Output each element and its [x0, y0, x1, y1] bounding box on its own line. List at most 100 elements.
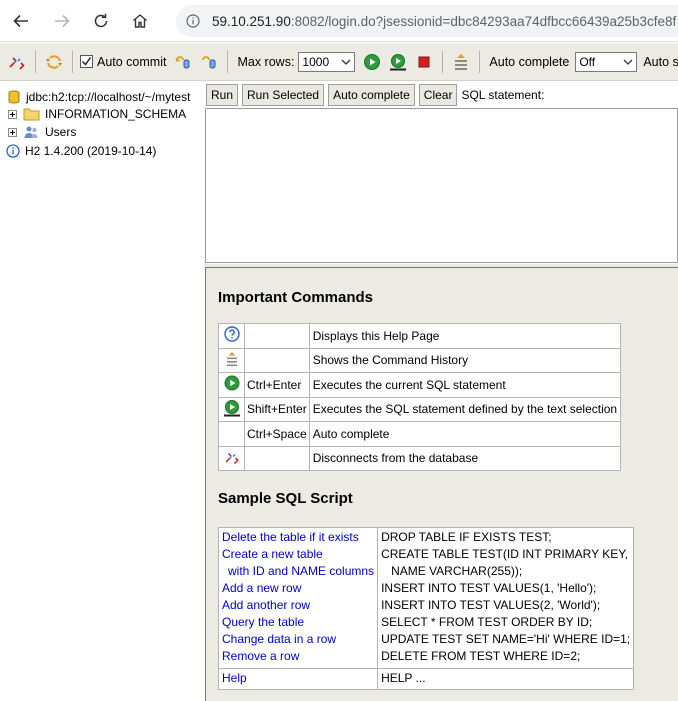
address-bar[interactable]: 59.10.251.90:8082/login.do?jsessionid=db…	[176, 5, 678, 37]
info-icon[interactable]	[186, 14, 200, 28]
sample-sql-line: SELECT * FROM TEST ORDER BY ID;	[381, 615, 593, 629]
url-host: 59.10.251.90	[212, 13, 291, 29]
sample-link-create-columns[interactable]: with ID and NAME columns	[222, 564, 374, 581]
rollback-icon[interactable]	[200, 53, 218, 71]
tree-version: H2 1.4.200 (2019-10-14)	[6, 142, 156, 160]
home-button[interactable]	[127, 8, 153, 34]
chevron-down-icon	[341, 59, 351, 65]
reload-button[interactable]	[88, 8, 114, 34]
help-command: HELP ...	[377, 668, 635, 690]
sample-sql-line: NAME VARCHAR(255));	[391, 564, 523, 578]
max-rows-select[interactable]: 1000	[298, 51, 356, 72]
table-row: Delete the table if it exists Create a n…	[217, 527, 635, 669]
command-icon-cell	[218, 347, 245, 373]
sample-link-select[interactable]: Query the table	[222, 615, 374, 632]
home-icon	[133, 14, 147, 28]
run-button[interactable]: Run	[206, 84, 239, 106]
sample-link-drop[interactable]: Delete the table if it exists	[222, 530, 374, 547]
folder-icon	[23, 108, 40, 121]
clear-button[interactable]: Clear	[418, 84, 458, 106]
auto-complete-label: Auto complete	[489, 54, 570, 69]
tree-connection[interactable]: jdbc:h2:tcp://localhost/~/mytest	[8, 88, 190, 106]
sample-link-update[interactable]: Change data in a row	[222, 632, 374, 649]
commands-heading: Important Commands	[218, 289, 374, 306]
run-selected-icon[interactable]	[223, 399, 241, 417]
expand-icon[interactable]	[8, 109, 17, 119]
version-label: H2 1.4.200 (2019-10-14)	[25, 144, 157, 158]
help-link[interactable]: Help	[217, 668, 379, 690]
sample-link-create[interactable]: Create a new table	[222, 547, 374, 564]
history-icon[interactable]	[452, 53, 470, 71]
forward-button[interactable]	[49, 8, 75, 34]
table-row: Displays this Help Page	[218, 323, 622, 349]
expand-icon[interactable]	[8, 127, 17, 137]
max-rows-value: 1000	[302, 54, 330, 69]
forward-arrow-icon	[55, 14, 70, 28]
sample-statements: DROP TABLE IF EXISTS TEST; CREATE TABLE …	[377, 527, 635, 669]
toolbar-separator	[72, 50, 73, 73]
command-key: Shift+Enter	[244, 396, 310, 422]
run-selected-button[interactable]: Run Selected	[242, 84, 325, 106]
run-icon[interactable]	[224, 375, 240, 391]
users-icon	[24, 126, 38, 138]
help-icon[interactable]	[223, 326, 240, 342]
table-row: Shift+Enter Executes the SQL statement d…	[218, 396, 622, 422]
command-key	[244, 445, 310, 471]
toolbar-separator	[479, 50, 481, 73]
auto-commit-checkbox[interactable]	[80, 55, 93, 68]
command-desc: Disconnects from the database	[308, 445, 622, 471]
command-desc: Auto complete	[308, 421, 622, 447]
command-key	[244, 323, 310, 349]
sample-sql-line: INSERT INTO TEST VALUES(1, 'Hello');	[381, 581, 597, 595]
browser-bar: 59.10.251.90:8082/login.do?jsessionid=db…	[0, 0, 678, 42]
back-button[interactable]	[8, 8, 34, 34]
sample-sql-line: UPDATE TEST SET NAME='Hi' WHERE ID=1;	[381, 632, 631, 646]
command-icon-cell	[218, 372, 245, 398]
table-row: Shows the Command History	[218, 347, 622, 373]
sample-sql-line: INSERT INTO TEST VALUES(2, 'World');	[381, 598, 601, 612]
sample-sql-line: DROP TABLE IF EXISTS TEST;	[381, 530, 552, 544]
sql-statement-label: SQL statement:	[461, 88, 545, 102]
sample-sql-line: CREATE TABLE TEST(ID INT PRIMARY KEY,	[381, 547, 629, 561]
command-key: Ctrl+Space	[244, 421, 310, 447]
database-icon	[8, 90, 20, 104]
back-arrow-icon	[13, 14, 28, 28]
refresh-icon[interactable]	[45, 53, 63, 71]
tree-item-users[interactable]: Users	[8, 123, 76, 141]
info-icon	[6, 144, 20, 158]
run-icon[interactable]	[363, 53, 381, 71]
command-desc: Displays this Help Page	[308, 323, 622, 349]
disconnect-icon[interactable]	[8, 53, 26, 71]
stop-icon[interactable]	[415, 53, 433, 71]
commands-table: Displays this Help Page Shows the Comman…	[218, 323, 622, 471]
max-rows-label: Max rows:	[237, 54, 295, 69]
tree-item-label: Users	[45, 125, 77, 139]
table-row: Ctrl+Space Auto complete	[218, 421, 622, 447]
command-icon-cell	[218, 323, 245, 349]
sample-link-delete[interactable]: Remove a row	[222, 649, 374, 666]
run-selected-icon[interactable]	[389, 53, 407, 71]
chevron-down-icon	[623, 59, 633, 65]
sample-link-insert-1[interactable]: Add a new row	[222, 581, 374, 598]
sql-editor[interactable]	[205, 108, 678, 263]
command-key	[244, 347, 310, 373]
sample-heading: Sample SQL Script	[218, 490, 353, 507]
auto-complete-select[interactable]: Off	[575, 51, 638, 72]
command-key: Ctrl+Enter	[244, 372, 310, 398]
help-panel: Important Commands Displays this Help Pa…	[205, 267, 678, 701]
checkmark-icon	[81, 57, 92, 66]
table-row: Disconnects from the database	[218, 445, 622, 471]
sample-link-insert-2[interactable]: Add another row	[222, 598, 374, 615]
commit-icon[interactable]	[174, 53, 192, 71]
sample-descriptions: Delete the table if it exists Create a n…	[217, 527, 379, 669]
tree-item-information-schema[interactable]: INFORMATION_SCHEMA	[8, 105, 186, 123]
auto-select-label: Auto select	[643, 54, 678, 69]
connection-url: jdbc:h2:tcp://localhost/~/mytest	[26, 90, 191, 104]
auto-complete-value: Off	[579, 54, 596, 69]
command-icon-cell	[218, 421, 245, 447]
auto-complete-button[interactable]: Auto complete	[328, 84, 415, 106]
tree-item-label: INFORMATION_SCHEMA	[45, 107, 187, 121]
history-icon[interactable]	[224, 351, 240, 367]
disconnect-icon[interactable]	[224, 449, 240, 465]
toolbar-separator	[227, 50, 229, 73]
